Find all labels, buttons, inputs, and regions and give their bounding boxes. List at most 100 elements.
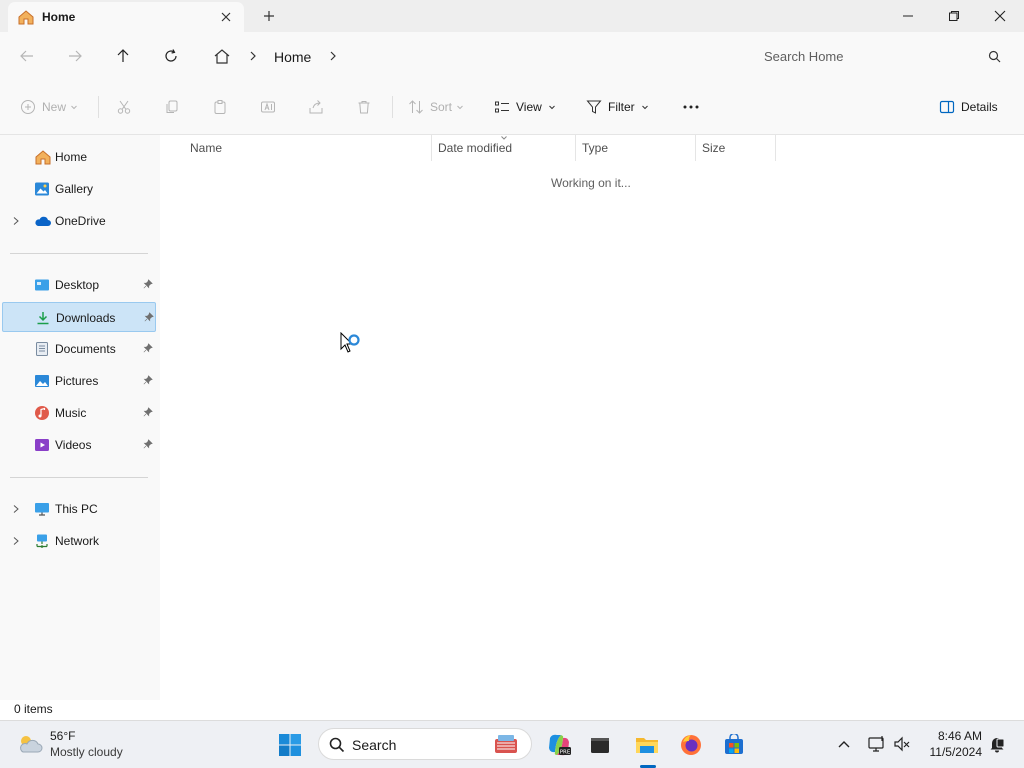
- column-divider[interactable]: [775, 135, 776, 161]
- column-divider[interactable]: [431, 135, 432, 161]
- rename-button[interactable]: [260, 96, 276, 118]
- start-button[interactable]: [274, 729, 306, 761]
- paste-icon: [212, 99, 228, 115]
- chevron-down-icon: [70, 103, 78, 111]
- view-button[interactable]: View: [494, 96, 556, 118]
- chevron-down-icon: [641, 103, 649, 111]
- downloads-icon: [35, 310, 51, 326]
- volume-muted-icon[interactable]: [893, 735, 911, 753]
- search-input[interactable]: Search Home: [748, 40, 1014, 72]
- sidebar-item-label: Music: [55, 406, 87, 420]
- taskbar: 56°F Mostly cloudy Search PRE 8:46 AM 11: [0, 720, 1024, 768]
- clock-date: 11/5/2024: [929, 745, 983, 759]
- sort-button[interactable]: Sort: [408, 96, 464, 118]
- copilot-icon[interactable]: PRE: [543, 729, 575, 761]
- search-icon[interactable]: [988, 50, 1001, 63]
- sidebar-item-home[interactable]: Home: [2, 142, 156, 172]
- weather-temperature[interactable]: 56°F: [50, 729, 75, 743]
- column-header-size[interactable]: Size: [702, 141, 725, 155]
- column-divider[interactable]: [695, 135, 696, 161]
- view-list-icon: [494, 99, 510, 115]
- tab-close-icon[interactable]: [218, 9, 234, 25]
- taskbar-search-label: Search: [352, 737, 397, 753]
- details-pane-button[interactable]: Details: [939, 96, 998, 118]
- notification-bell-icon[interactable]: [988, 735, 1006, 753]
- scissors-icon: [116, 99, 132, 115]
- new-label: New: [42, 100, 67, 114]
- command-bar: New Sort View Filter Details: [0, 80, 1024, 135]
- show-hidden-icons-button[interactable]: [836, 737, 852, 751]
- sidebar-divider: [10, 253, 148, 254]
- terminal-icon[interactable]: [584, 729, 616, 761]
- gallery-icon: [34, 181, 50, 197]
- breadcrumb-home[interactable]: Home: [274, 49, 311, 65]
- sidebar-item-desktop[interactable]: Desktop: [2, 270, 156, 300]
- back-button[interactable]: [15, 44, 39, 68]
- sidebar-item-onedrive[interactable]: OneDrive: [2, 206, 156, 236]
- network-status-icon[interactable]: [867, 735, 887, 753]
- sidebar-item-documents[interactable]: Documents: [2, 334, 156, 364]
- sidebar-item-label: Network: [55, 534, 100, 548]
- microsoft-store-icon[interactable]: [718, 729, 750, 761]
- system-clock[interactable]: 8:46 AM 11/5/2024: [916, 728, 983, 760]
- close-window-button[interactable]: [977, 0, 1023, 32]
- copy-button[interactable]: [164, 96, 180, 118]
- sidebar-item-network[interactable]: Network: [2, 526, 156, 556]
- new-button[interactable]: New: [20, 96, 78, 118]
- pin-icon[interactable]: [143, 343, 153, 353]
- refresh-button[interactable]: [159, 44, 183, 68]
- column-divider[interactable]: [575, 135, 576, 161]
- documents-icon: [34, 341, 50, 357]
- forward-button[interactable]: [63, 44, 87, 68]
- network-icon: [34, 533, 50, 549]
- sidebar-item-label: This PC: [55, 502, 98, 516]
- pin-icon[interactable]: [143, 375, 153, 385]
- chevron-right-icon[interactable]: [11, 536, 21, 546]
- chevron-right-icon[interactable]: [248, 50, 258, 62]
- chevron-right-icon[interactable]: [328, 50, 338, 62]
- delete-button[interactable]: [356, 96, 372, 118]
- minimize-button[interactable]: [885, 0, 931, 32]
- sidebar-item-pictures[interactable]: Pictures: [2, 366, 156, 396]
- pin-icon[interactable]: [144, 312, 154, 322]
- more-options-button[interactable]: [682, 96, 700, 118]
- sidebar-item-gallery[interactable]: Gallery: [2, 174, 156, 204]
- firefox-icon[interactable]: [675, 729, 707, 761]
- address-bar[interactable]: Home: [201, 40, 738, 72]
- chevron-down-icon: [456, 103, 464, 111]
- file-explorer-icon[interactable]: [631, 729, 663, 761]
- chevron-right-icon[interactable]: [11, 504, 21, 514]
- chevron-right-icon[interactable]: [11, 216, 21, 226]
- sidebar-item-videos[interactable]: Videos: [2, 430, 156, 460]
- home-icon[interactable]: [213, 48, 231, 64]
- cut-button[interactable]: [116, 96, 132, 118]
- pin-icon[interactable]: [143, 279, 153, 289]
- sidebar-item-downloads[interactable]: Downloads: [2, 302, 156, 332]
- weather-cloud-icon[interactable]: [16, 733, 44, 755]
- share-button[interactable]: [308, 96, 324, 118]
- tab-home[interactable]: Home: [8, 2, 244, 32]
- pictures-icon: [34, 373, 50, 389]
- sidebar-item-this-pc[interactable]: This PC: [2, 494, 156, 524]
- up-button[interactable]: [111, 44, 135, 68]
- busy-cursor-icon: [340, 332, 364, 358]
- restore-button[interactable]: [931, 0, 977, 32]
- sidebar-item-music[interactable]: Music: [2, 398, 156, 428]
- file-list-pane[interactable]: Name Date modified Type Size Working on …: [160, 135, 1024, 700]
- sidebar-item-label: Desktop: [55, 278, 100, 292]
- weather-description[interactable]: Mostly cloudy: [50, 745, 123, 759]
- music-icon: [34, 405, 50, 421]
- sidebar-item-label: OneDrive: [55, 214, 106, 228]
- column-header-date-modified[interactable]: Date modified: [438, 141, 512, 155]
- column-header-type[interactable]: Type: [582, 141, 608, 155]
- details-label: Details: [961, 100, 998, 114]
- taskbar-search[interactable]: Search: [318, 728, 532, 760]
- paste-button[interactable]: [212, 96, 228, 118]
- pin-icon[interactable]: [143, 407, 153, 417]
- column-header-name[interactable]: Name: [190, 141, 222, 155]
- new-tab-button[interactable]: [261, 8, 277, 24]
- title-bar: Home: [0, 0, 1024, 32]
- pin-icon[interactable]: [143, 439, 153, 449]
- toolbar-divider: [392, 96, 393, 118]
- filter-button[interactable]: Filter: [586, 96, 649, 118]
